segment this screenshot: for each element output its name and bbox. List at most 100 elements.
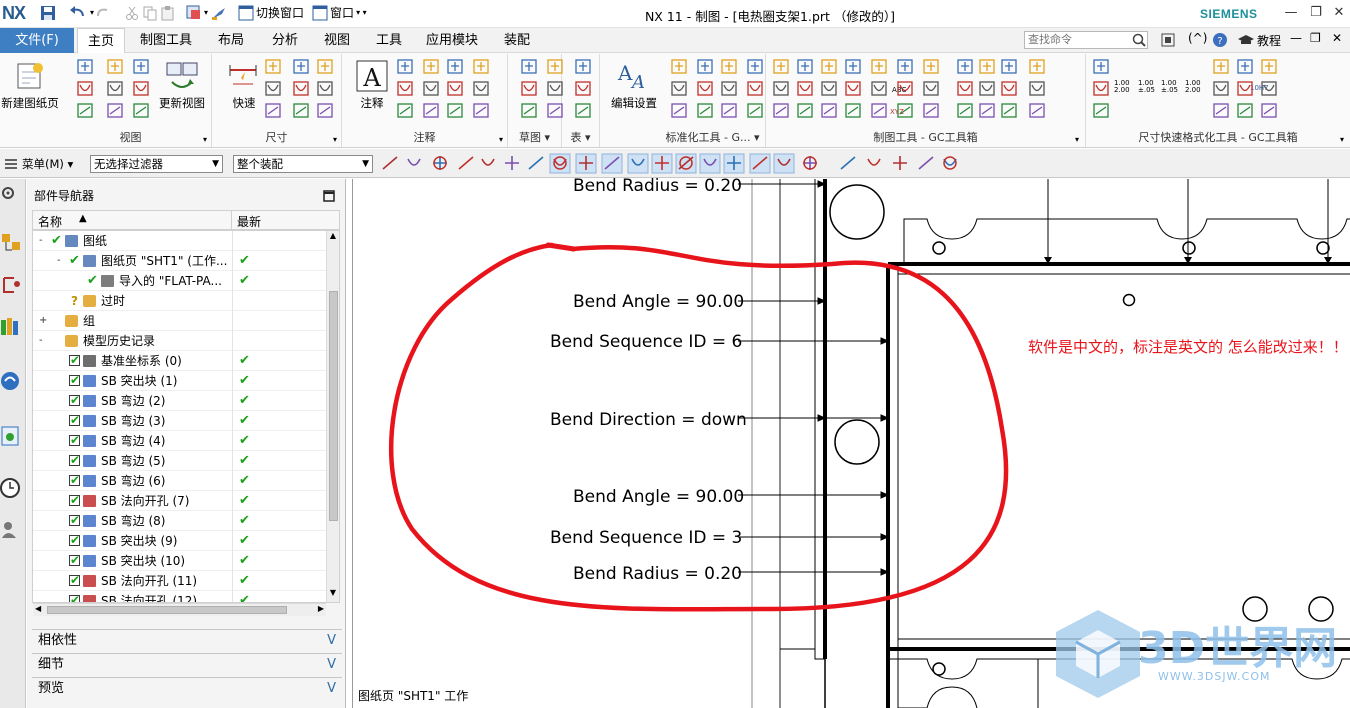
ribbon-tool-icon[interactable] (671, 59, 687, 74)
bend-direction-label[interactable]: Bend Direction = down (550, 410, 747, 430)
tree-row[interactable]: ✔ SB 弯边 (4) ✔ (33, 431, 327, 451)
ribbon-tool-icon[interactable] (265, 81, 281, 96)
view-icon[interactable] (186, 5, 202, 21)
ribbon-tool-icon[interactable] (293, 81, 309, 96)
tree-row[interactable]: ✔ SB 突出块 (9) ✔ (33, 531, 327, 551)
reuse-library-icon[interactable] (0, 315, 24, 339)
snap-tool-icon[interactable] (918, 156, 934, 170)
ribbon-tool-icon[interactable] (923, 103, 939, 118)
snap-tool-icon[interactable] (407, 158, 421, 166)
tree-row[interactable]: ✔ SB 弯边 (5) ✔ (33, 451, 327, 471)
snap-tool-icon[interactable] (575, 153, 597, 174)
file-menu[interactable]: 文件(F) (0, 28, 74, 53)
snap-tool-icon[interactable] (803, 156, 817, 170)
panel-preview[interactable]: 预览 V (32, 677, 342, 699)
window-menu[interactable]: 窗口 (330, 4, 354, 22)
tab-home[interactable]: 主页 (77, 28, 125, 54)
checkbox[interactable]: ✔ (69, 573, 80, 587)
ribbon-tool-icon[interactable] (1029, 103, 1045, 118)
ribbon-tool-icon[interactable] (1029, 59, 1045, 74)
checkbox[interactable]: ✔ (69, 433, 80, 447)
restore-button[interactable]: ❐ (1305, 4, 1327, 22)
vertical-scrollbar[interactable]: ▲ ▼ (326, 231, 339, 602)
column-header-latest[interactable]: 最新 (237, 213, 261, 230)
ribbon-tool-icon[interactable] (317, 103, 333, 118)
ribbon-tool-icon[interactable] (773, 103, 789, 118)
ribbon-tool-icon[interactable] (473, 81, 489, 96)
snap-tool-icon[interactable] (943, 156, 957, 170)
horizontal-scrollbar[interactable]: ◀ ▶ (33, 603, 326, 616)
snap-tool-icon[interactable] (458, 156, 474, 170)
ribbon-tool-icon[interactable] (107, 59, 123, 74)
ribbon-tool-icon[interactable] (821, 81, 837, 96)
tree-row[interactable]: ✔ SB 法向开孔 (12) ✔ (33, 591, 327, 602)
snap-tool-icon[interactable] (675, 153, 697, 174)
tree-row[interactable]: ✔ SB 突出块 (10) ✔ (33, 551, 327, 571)
tree-row[interactable]: ✔ SB 法向开孔 (7) ✔ (33, 491, 327, 511)
snap-tool-icon[interactable] (867, 158, 881, 166)
tab-layout[interactable]: 布局 (208, 28, 254, 53)
collapse-icon[interactable]: - (39, 331, 43, 351)
tree-row[interactable]: ? 过时 (33, 291, 327, 311)
checkbox[interactable]: ✔ (69, 493, 80, 507)
ribbon-tool-icon[interactable] (897, 81, 913, 96)
ribbon-tool-icon[interactable] (547, 103, 563, 118)
ribbon-tool-icon[interactable] (521, 59, 537, 74)
tree-row[interactable]: ✔ 导入的 "FLAT-PA... ✔ (33, 271, 327, 291)
visible-check-icon[interactable]: ✔ (87, 271, 98, 291)
snap-tool-icon[interactable] (749, 153, 771, 174)
copy-icon[interactable] (142, 5, 158, 21)
snap-tool-icon[interactable] (723, 153, 745, 174)
ribbon-tool-icon[interactable] (1237, 103, 1253, 118)
snap-tool-icon[interactable] (528, 156, 544, 170)
tree-row[interactable]: ✔ SB 法向开孔 (11) ✔ (33, 571, 327, 591)
ribbon-tool-icon[interactable] (77, 81, 93, 96)
redo-icon[interactable] (96, 5, 112, 21)
group-menu-icon[interactable]: ▾ (1340, 135, 1344, 144)
snap-tool-icon[interactable] (893, 156, 907, 170)
ribbon-tool-icon[interactable] (317, 59, 333, 74)
tree-row[interactable]: + 组 (33, 311, 327, 331)
paste-icon[interactable] (160, 5, 176, 21)
group-menu-icon[interactable]: ▾ (499, 135, 503, 144)
bend-angle-label-1[interactable]: Bend Angle = 90.00 (573, 292, 744, 312)
window-icon[interactable] (312, 5, 328, 21)
search-icon[interactable] (1131, 32, 1147, 48)
ribbon-tool-icon[interactable] (133, 81, 149, 96)
ribbon-tool-icon[interactable] (521, 81, 537, 96)
ribbon-tool-icon[interactable] (473, 59, 489, 74)
ribbon-tool-icon[interactable] (897, 103, 913, 118)
ribbon-tool-icon[interactable] (1261, 81, 1277, 96)
ribbon-tool-icon[interactable] (671, 103, 687, 118)
switch-window-button[interactable]: 切换窗口 (256, 4, 304, 22)
ribbon-tool-icon[interactable] (797, 59, 813, 74)
ribbon-tool-icon[interactable] (1237, 81, 1253, 96)
ribbon-tool-icon[interactable] (821, 103, 837, 118)
ribbon-tool-icon[interactable] (773, 81, 789, 96)
ribbon-tool-icon[interactable] (697, 81, 713, 96)
undo-icon[interactable] (68, 5, 88, 21)
save-icon[interactable] (40, 5, 56, 21)
ribbon-tool-icon[interactable] (957, 59, 973, 74)
ribbon-tool-icon[interactable] (547, 81, 563, 96)
snap-tool-icon[interactable] (549, 153, 571, 174)
ribbon-tool-icon[interactable] (1001, 103, 1017, 118)
ribbon-tool-icon[interactable] (77, 59, 93, 74)
command-search-input[interactable] (1024, 31, 1148, 49)
checkbox[interactable]: ✔ (69, 353, 80, 367)
ribbon-tool-icon[interactable] (575, 81, 591, 96)
ribbon-tool-icon[interactable] (721, 81, 737, 96)
roles-icon[interactable] (0, 518, 24, 542)
ribbon-tool-icon[interactable] (897, 59, 913, 74)
collapse-icon[interactable]: - (39, 231, 43, 251)
full-screen-icon[interactable] (1160, 32, 1176, 48)
ribbon-tool-icon[interactable] (721, 59, 737, 74)
tab-view[interactable]: 视图 (314, 28, 360, 53)
ribbon-tool-icon[interactable] (1001, 59, 1017, 74)
ribbon-tool-icon[interactable] (697, 59, 713, 74)
checkbox[interactable]: ✔ (69, 553, 80, 567)
ribbon-tool-icon[interactable] (107, 81, 123, 96)
ribbon-tool-icon[interactable] (575, 59, 591, 74)
tutorial-link[interactable]: 教程 (1257, 32, 1281, 49)
ribbon-tool-icon[interactable] (397, 59, 413, 74)
